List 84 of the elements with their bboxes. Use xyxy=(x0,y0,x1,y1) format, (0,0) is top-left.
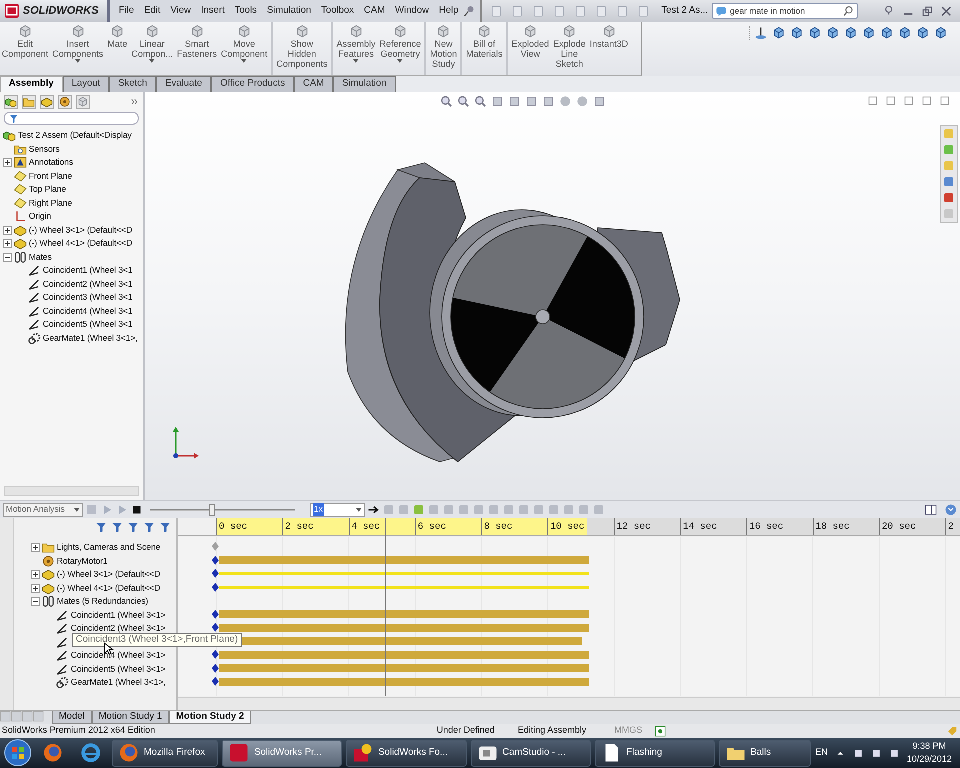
timeline-tick-label: 2 sec xyxy=(282,518,349,535)
tree-item[interactable]: Test 2 Assem (Default<Display xyxy=(18,129,132,142)
tab[interactable]: Sketch xyxy=(109,76,156,92)
tree-item[interactable]: GearMate1 (Wheel 3<1>, xyxy=(43,332,138,345)
timeline-tick-label: 2 xyxy=(945,518,960,535)
taskbar-button[interactable]: SolidWorks Pr... xyxy=(222,740,342,766)
timeline-tick-label: 20 sec xyxy=(878,518,946,535)
tree-item[interactable]: Coincident4 (Wheel 3<1> xyxy=(71,649,166,662)
tree-item[interactable]: Coincident5 (Wheel 3<1 xyxy=(43,318,133,332)
menu-item[interactable]: Simulation xyxy=(262,4,316,18)
tab[interactable]: Motion Study 2 xyxy=(169,711,252,724)
tree-item[interactable]: Coincident4 (Wheel 3<1 xyxy=(43,304,133,318)
tooltip: Coincident3 (Wheel 3<1>,Front Plane) xyxy=(72,633,242,647)
clock-date[interactable]: 10/29/2012 xyxy=(906,753,952,766)
menu-item[interactable]: File xyxy=(114,4,140,18)
status-text: Under Defined xyxy=(436,724,495,738)
tab[interactable]: Evaluate xyxy=(156,76,212,92)
ribbon-button[interactable]: Explode Line Sketch xyxy=(551,22,588,75)
menu-item[interactable]: Help xyxy=(434,4,464,18)
ribbon-button[interactable]: Insert Components xyxy=(50,22,106,75)
ribbon-button[interactable]: Linear Compon... xyxy=(130,22,176,75)
timeline-tick-label: 16 sec xyxy=(746,518,813,535)
taskbar-button[interactable]: SolidWorks Fo... xyxy=(346,740,466,766)
status-text: SolidWorks Premium 2012 x64 Edition xyxy=(2,724,156,738)
menu-item[interactable]: View xyxy=(166,4,196,18)
tab[interactable]: Model xyxy=(52,711,92,724)
tree-item[interactable]: (-) Wheel 4<1> (Default<<D xyxy=(29,237,132,250)
tab[interactable]: Assembly xyxy=(0,76,63,92)
timeline-tick-label: 10 sec xyxy=(547,518,614,535)
menu-item[interactable]: CAM xyxy=(359,4,390,18)
timeline-tick-label: 8 sec xyxy=(481,518,548,535)
ribbon-button[interactable]: Mate xyxy=(106,22,130,75)
tree-item[interactable]: (-) Wheel 3<1> (Default<<D xyxy=(29,224,132,237)
tree-item[interactable]: Coincident1 (Wheel 3<1> xyxy=(71,608,166,622)
tree-item[interactable]: (-) Wheel 3<1> (Default<<D xyxy=(57,568,160,582)
menu-item[interactable]: Edit xyxy=(139,4,166,18)
tree-item[interactable]: RotaryMotor1 xyxy=(57,554,108,568)
timeline-tick-label: 12 sec xyxy=(614,518,680,535)
timeline-tick-label: 18 sec xyxy=(812,518,879,535)
tree-item[interactable]: Front Plane xyxy=(29,170,72,183)
tab[interactable]: Simulation xyxy=(333,76,396,92)
tree-item[interactable]: Lights, Cameras and Scene xyxy=(57,541,161,554)
menu-item[interactable]: Window xyxy=(390,4,434,18)
menu-item[interactable]: Tools xyxy=(230,4,262,18)
search-field[interactable]: gear mate in motion xyxy=(712,3,858,19)
tree-item[interactable]: Origin xyxy=(29,210,52,224)
tree-item[interactable]: Coincident2 (Wheel 3<1> xyxy=(71,622,166,636)
document-title: Test 2 As... xyxy=(662,4,708,18)
ribbon-button[interactable]: Instant3D xyxy=(588,22,630,75)
menu-item[interactable]: Insert xyxy=(196,4,230,18)
tab[interactable]: Motion Study 1 xyxy=(92,711,170,724)
tree-item[interactable]: GearMate1 (Wheel 3<1>, xyxy=(71,676,166,690)
status-text: Editing Assembly xyxy=(518,724,586,738)
tree-item[interactable]: Top Plane xyxy=(29,183,66,196)
tree-item[interactable]: Sensors xyxy=(29,142,60,156)
speed-select[interactable]: 1x xyxy=(310,502,365,516)
ribbon-button[interactable]: Reference Geometry xyxy=(378,22,424,75)
taskbar-button[interactable]: Mozilla Firefox xyxy=(112,740,218,766)
tree-item[interactable]: Right Plane xyxy=(29,196,72,210)
tree-item[interactable]: Coincident3 (Wheel 3<1 xyxy=(43,291,133,304)
tree-item[interactable]: Annotations xyxy=(29,156,74,170)
study-type-select[interactable]: Motion Analysis xyxy=(3,502,83,516)
tree-item[interactable]: Mates xyxy=(29,250,52,264)
tree-item[interactable]: Coincident1 (Wheel 3<1 xyxy=(43,264,133,278)
ribbon-button[interactable]: Edit Component xyxy=(0,22,51,75)
app-logo: SOLIDWORKS xyxy=(23,4,99,19)
tree-item[interactable]: Coincident2 (Wheel 3<1 xyxy=(43,278,133,291)
tree-item[interactable]: Coincident5 (Wheel 3<1> xyxy=(71,662,166,676)
tab[interactable]: Office Products xyxy=(211,76,294,92)
timeline-tick-label: 6 sec xyxy=(414,518,482,535)
timeline-tick-label: 14 sec xyxy=(680,518,746,535)
language-indicator[interactable]: EN xyxy=(815,746,828,760)
tree-item[interactable]: Mates (5 Redundancies) xyxy=(57,595,148,608)
taskbar-button[interactable]: CamStudio - ... xyxy=(470,740,591,766)
menu-item[interactable]: Toolbox xyxy=(316,4,360,18)
tree-item[interactable]: (-) Wheel 4<1> (Default<<D xyxy=(57,582,160,595)
taskbar-button[interactable]: Flashing xyxy=(594,740,715,766)
ribbon-button[interactable]: Smart Fasteners xyxy=(175,22,220,75)
taskbar-button[interactable]: Balls xyxy=(718,740,812,766)
tab[interactable]: Layout xyxy=(62,76,110,92)
timeline-tick-label: 0 sec xyxy=(216,518,282,535)
tab[interactable]: CAM xyxy=(294,76,334,92)
clock-time[interactable]: 9:38 PM xyxy=(906,740,952,753)
ribbon-button[interactable]: Move Component xyxy=(219,22,270,75)
